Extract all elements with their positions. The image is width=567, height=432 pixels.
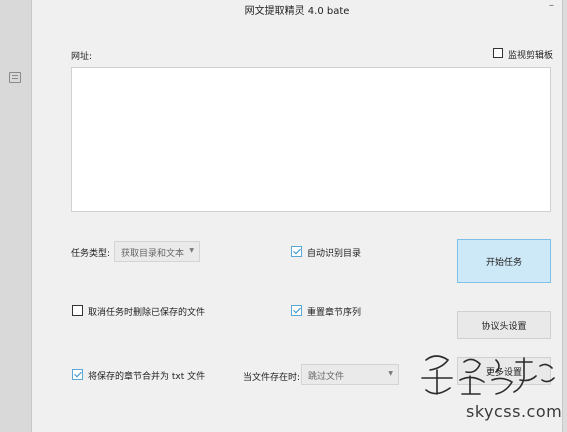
side-panel: [0, 0, 32, 432]
window-icon[interactable]: [9, 72, 21, 83]
protocol-settings-button[interactable]: 协议头设置: [457, 311, 551, 339]
task-type-select[interactable]: 获取目录和文本 ▼: [114, 241, 200, 262]
cancel-delete-label[interactable]: 取消任务时删除已保存的文件: [88, 305, 205, 318]
start-task-button[interactable]: 开始任务: [457, 239, 551, 283]
monitor-clipboard-label[interactable]: 监视剪辑板: [508, 48, 553, 61]
start-task-label: 开始任务: [485, 257, 522, 268]
reorder-label[interactable]: 重置章节序列: [307, 305, 361, 318]
merge-label[interactable]: 将保存的章节合并为 txt 文件: [88, 369, 205, 382]
auto-detect-checkbox[interactable]: [291, 246, 302, 257]
file-exists-label: 当文件存在时:: [243, 373, 301, 383]
auto-detect-label[interactable]: 自动识别目录: [307, 246, 361, 259]
title-bar: 网文提取精灵 4.0 bate –: [32, 0, 562, 22]
task-type-value: 获取目录和文本: [121, 249, 185, 259]
chevron-down-icon: ▼: [388, 370, 393, 377]
task-type-label: 任务类型:: [71, 249, 111, 259]
monitor-clipboard-checkbox[interactable]: [493, 48, 503, 58]
url-label: 网址:: [71, 52, 93, 62]
minimize-button[interactable]: –: [549, 0, 554, 11]
watermark: skycss.com: [412, 340, 562, 430]
merge-checkbox[interactable]: [72, 369, 83, 380]
protocol-settings-label: 协议头设置: [481, 321, 527, 332]
reorder-checkbox[interactable]: [291, 305, 302, 316]
chevron-down-icon: ▼: [189, 247, 194, 254]
watermark-text: skycss.com: [466, 402, 563, 421]
cancel-delete-checkbox[interactable]: [72, 305, 83, 316]
window-title: 网文提取精灵 4.0 bate: [244, 6, 350, 17]
file-exists-select[interactable]: 跳过文件 ▼: [301, 364, 399, 385]
file-exists-value: 跳过文件: [308, 372, 345, 382]
right-edge: [562, 0, 567, 432]
url-input[interactable]: [71, 67, 551, 212]
